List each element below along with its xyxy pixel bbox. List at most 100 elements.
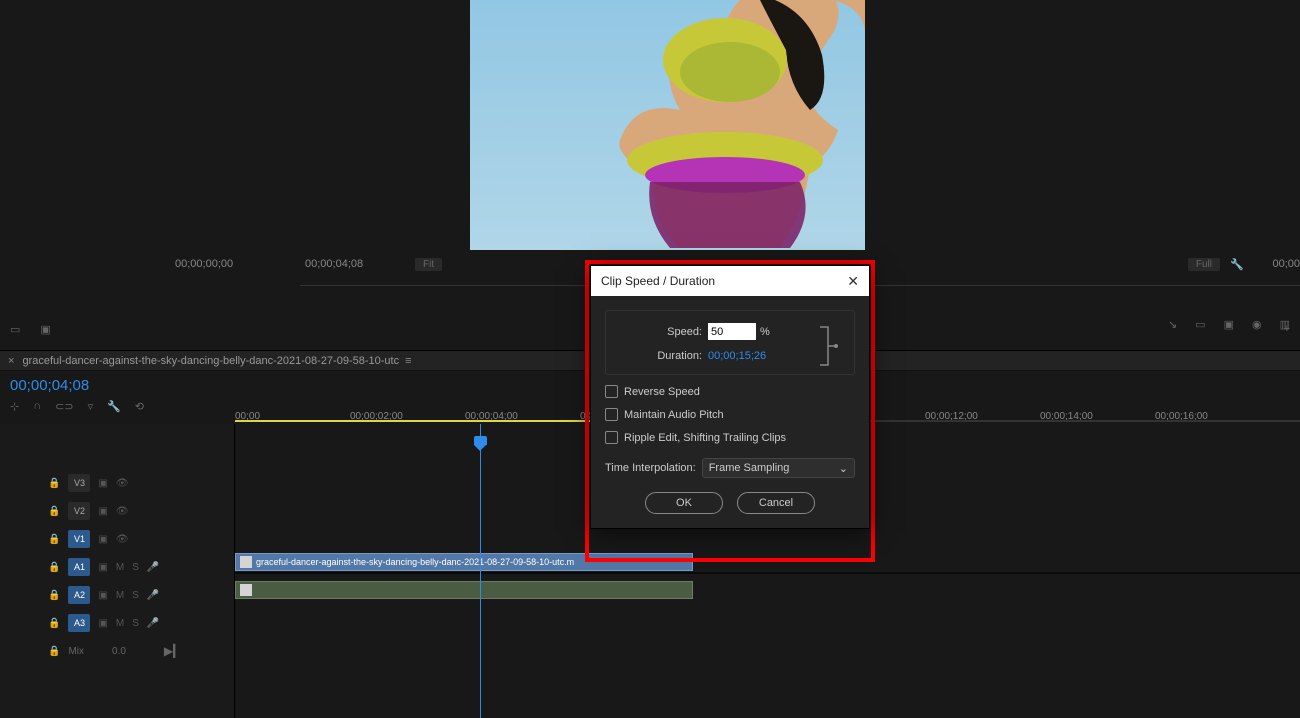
- track-label[interactable]: A1: [68, 558, 90, 576]
- link-icon[interactable]: [818, 325, 840, 367]
- track-headers: 🔒V3▣👁 🔒V2▣👁 🔒V1▣👁 🔒A1▣MS🎤 🔒A2▣MS🎤 🔒A3▣MS…: [0, 424, 235, 718]
- speed-row: Speed: %: [616, 323, 844, 340]
- track-a2-header[interactable]: 🔒 A2 ▣ MS 🎤: [0, 581, 234, 609]
- speed-duration-group: Speed: % Duration: 00;00;15;26: [605, 310, 855, 375]
- track-label[interactable]: V3: [68, 474, 90, 492]
- audio-clip[interactable]: [235, 581, 693, 599]
- dropdown-value: Frame Sampling: [709, 462, 790, 474]
- toggle-icon[interactable]: 👁: [116, 534, 129, 545]
- maintain-pitch-row[interactable]: Maintain Audio Pitch: [605, 408, 855, 421]
- reverse-speed-row[interactable]: Reverse Speed: [605, 385, 855, 398]
- solo-button[interactable]: S: [132, 562, 139, 573]
- program-monitor[interactable]: [470, 0, 865, 250]
- mix-track-header[interactable]: 🔒 Mix 0.0 ▶▎: [0, 637, 234, 665]
- checkbox[interactable]: [605, 431, 618, 444]
- solo-button[interactable]: S: [132, 590, 139, 601]
- pitch-label: Maintain Audio Pitch: [624, 409, 724, 421]
- lock-icon[interactable]: 🔒: [48, 590, 60, 601]
- playhead-timecode[interactable]: 00;00;04;08: [305, 258, 363, 270]
- mic-icon[interactable]: 🎤: [147, 590, 159, 601]
- mix-label: Mix: [68, 646, 84, 657]
- mic-icon[interactable]: 🎤: [147, 562, 159, 573]
- panel-menu-icon[interactable]: ≡: [405, 355, 411, 367]
- track-label[interactable]: A2: [68, 586, 90, 604]
- zoom-fit[interactable]: Fit: [415, 258, 442, 271]
- interp-label: Time Interpolation:: [605, 462, 696, 474]
- dialog-body: Speed: % Duration: 00;00;15;26 Reverse S…: [591, 296, 869, 528]
- program-toolbar: ↘ ▭ ▣ ◉ ▥: [1168, 318, 1290, 331]
- skip-icon[interactable]: ▶▎: [164, 644, 182, 658]
- snapshot-icon[interactable]: ◉: [1252, 318, 1262, 331]
- eye-icon[interactable]: ▣: [98, 618, 107, 629]
- lock-icon[interactable]: 🔒: [48, 534, 60, 545]
- timeline-tools: ⊹ ∩ ⊂⊃ ▿ 🔧 ⟲: [10, 400, 144, 413]
- duration-value[interactable]: 00;00;15;26: [708, 350, 766, 362]
- playhead[interactable]: [480, 424, 481, 718]
- lock-icon[interactable]: 🔒: [48, 646, 60, 657]
- close-tab-icon[interactable]: ×: [8, 355, 14, 367]
- interpolation-row: Time Interpolation: Frame Sampling ⌄: [605, 458, 855, 478]
- new-bin-icon[interactable]: ▭: [10, 323, 20, 336]
- av-divider: [235, 572, 1300, 574]
- mute-button[interactable]: M: [116, 562, 124, 573]
- mute-button[interactable]: M: [116, 590, 124, 601]
- mix-value[interactable]: 0.0: [112, 646, 126, 657]
- solo-button[interactable]: S: [132, 618, 139, 629]
- checkbox[interactable]: [605, 385, 618, 398]
- chevron-down-icon: ⌄: [839, 462, 848, 475]
- track-a1-header[interactable]: 🔒 A1 ▣ MS 🎤: [0, 553, 234, 581]
- track-a3-header[interactable]: 🔒 A3 ▣ MS 🎤: [0, 609, 234, 637]
- fx-badge[interactable]: [240, 556, 252, 568]
- settings-icon[interactable]: ⟲: [135, 400, 144, 413]
- eye-icon[interactable]: ▣: [98, 506, 107, 517]
- link-icon[interactable]: ⊂⊃: [55, 400, 73, 413]
- magnet-icon[interactable]: ∩: [33, 400, 41, 413]
- track-label[interactable]: A3: [68, 614, 90, 632]
- marker-icon[interactable]: ▿: [88, 400, 94, 413]
- ripple-edit-row[interactable]: Ripple Edit, Shifting Trailing Clips: [605, 431, 855, 444]
- insert-icon[interactable]: ↘: [1168, 318, 1177, 331]
- video-clip[interactable]: graceful-dancer-against-the-sky-dancing-…: [235, 553, 693, 571]
- dialog-titlebar[interactable]: Clip Speed / Duration ✕: [591, 266, 869, 296]
- out-timecode: 00;00: [1272, 258, 1300, 270]
- duration-row: Duration: 00;00;15;26: [616, 350, 844, 362]
- mic-icon[interactable]: 🎤: [147, 618, 159, 629]
- track-label[interactable]: V2: [68, 502, 90, 520]
- close-icon[interactable]: ✕: [847, 273, 859, 290]
- toggle-icon[interactable]: 👁: [116, 478, 129, 489]
- fx-badge[interactable]: [240, 584, 252, 596]
- compare-icon[interactable]: ▥: [1280, 318, 1290, 331]
- dialog-buttons: OK Cancel: [605, 492, 855, 514]
- reverse-label: Reverse Speed: [624, 386, 700, 398]
- ok-button[interactable]: OK: [645, 492, 723, 514]
- dialog-title: Clip Speed / Duration: [601, 274, 715, 288]
- eye-icon[interactable]: ▣: [98, 534, 107, 545]
- export-frame-icon[interactable]: ▣: [1224, 318, 1234, 331]
- eye-icon[interactable]: ▣: [98, 562, 107, 573]
- lock-icon[interactable]: 🔒: [48, 478, 60, 489]
- eye-icon[interactable]: ▣: [98, 478, 107, 489]
- toggle-icon[interactable]: 👁: [116, 506, 129, 517]
- lock-icon[interactable]: 🔒: [48, 562, 60, 573]
- clip-speed-dialog: Clip Speed / Duration ✕ Speed: % Duratio…: [590, 265, 870, 529]
- track-v2-header[interactable]: 🔒 V2 ▣ 👁: [0, 497, 234, 525]
- speed-input[interactable]: [708, 323, 756, 340]
- camera-icon[interactable]: ▣: [40, 323, 50, 336]
- eye-icon[interactable]: ▣: [98, 590, 107, 601]
- track-v3-header[interactable]: 🔒 V3 ▣ 👁: [0, 469, 234, 497]
- settings-icon[interactable]: 🔧: [1230, 258, 1244, 271]
- track-v1-header[interactable]: 🔒 V1 ▣ 👁: [0, 525, 234, 553]
- cancel-button[interactable]: Cancel: [737, 492, 815, 514]
- track-label[interactable]: V1: [68, 530, 90, 548]
- checkbox[interactable]: [605, 408, 618, 421]
- lock-icon[interactable]: 🔒: [48, 506, 60, 517]
- overwrite-icon[interactable]: ▭: [1195, 318, 1205, 331]
- percent-label: %: [760, 326, 770, 338]
- resolution-full[interactable]: Full: [1188, 258, 1220, 271]
- wrench-icon[interactable]: 🔧: [107, 400, 121, 413]
- mute-button[interactable]: M: [116, 618, 124, 629]
- snap-icon[interactable]: ⊹: [10, 400, 19, 413]
- lock-icon[interactable]: 🔒: [48, 618, 60, 629]
- interpolation-dropdown[interactable]: Frame Sampling ⌄: [702, 458, 855, 478]
- ripple-label: Ripple Edit, Shifting Trailing Clips: [624, 432, 786, 444]
